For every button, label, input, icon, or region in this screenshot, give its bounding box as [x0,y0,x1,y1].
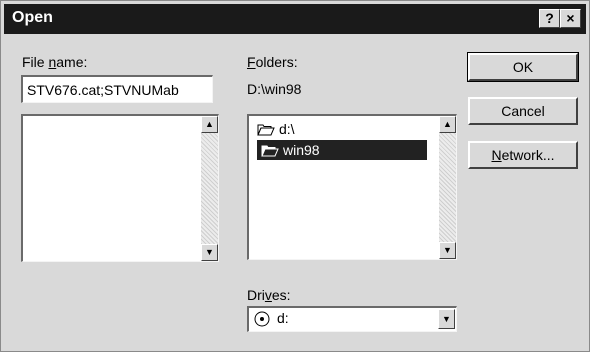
help-button[interactable]: ? [539,9,560,28]
file-list[interactable]: ▲ ▼ [21,114,219,262]
selected-drive: d: [277,310,289,326]
scroll-up-button[interactable]: ▲ [439,116,456,133]
file-name-input[interactable] [21,75,213,103]
folder-item-d-root[interactable]: d:\ [257,119,295,139]
file-name-label: File name: [22,54,88,70]
open-folder-icon [261,145,279,157]
open-folder-icon [257,124,275,136]
file-list-scrollbar[interactable]: ▲ ▼ [201,116,218,261]
scroll-down-button[interactable]: ▼ [439,242,456,259]
scroll-up-button[interactable]: ▲ [201,116,218,133]
open-dialog: Open ? × File name: ▲ ▼ Folders: D:\win9… [0,0,590,352]
folder-list[interactable]: d:\ win98 ▲ ▼ [247,114,457,260]
cd-drive-icon [254,311,270,327]
title-bar[interactable]: Open ? × [4,4,586,34]
drives-dropdown-button[interactable]: ▼ [438,309,455,329]
network-button[interactable]: Network... [468,141,578,169]
folders-label: Folders: [247,54,298,70]
ok-button[interactable]: OK [467,52,579,82]
folder-item-win98[interactable]: win98 [257,140,427,160]
drives-select[interactable]: d: ▼ [247,306,457,332]
drives-label: Drives: [247,287,291,303]
cancel-button[interactable]: Cancel [468,97,578,125]
close-button[interactable]: × [560,9,581,28]
folder-list-scrollbar[interactable]: ▲ ▼ [439,116,456,259]
window-title: Open [12,9,53,26]
scroll-down-button[interactable]: ▼ [201,244,218,261]
current-path: D:\win98 [247,81,302,97]
